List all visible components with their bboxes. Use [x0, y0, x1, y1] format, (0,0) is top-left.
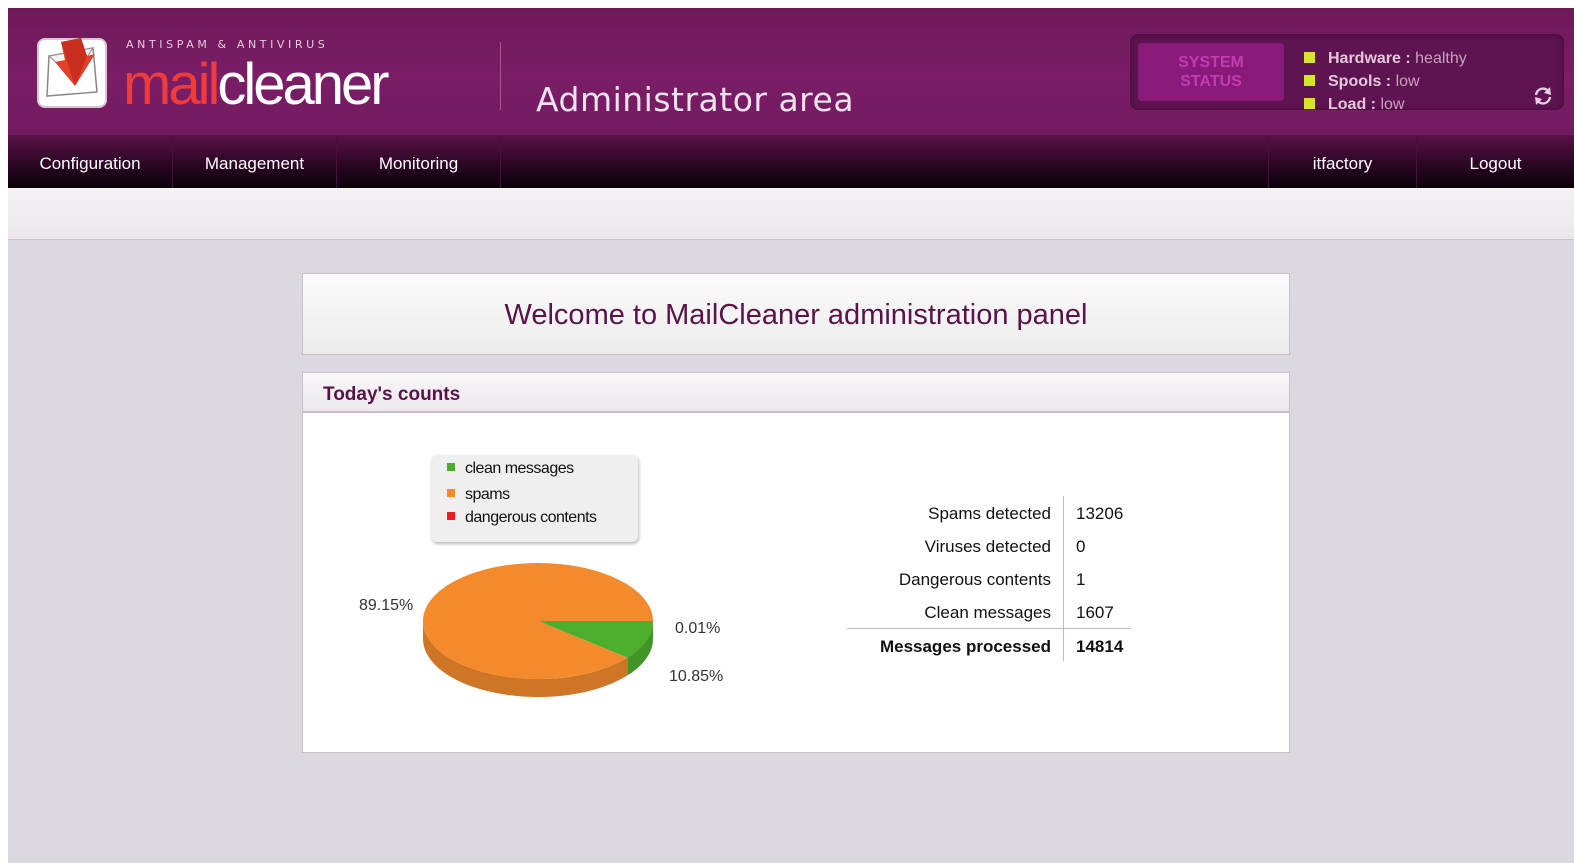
stat-label-total: Messages processed: [843, 631, 1051, 664]
legend-swatch: [447, 489, 455, 497]
status-spools: Spools : low: [1304, 73, 1420, 93]
logo-wordmark: mailcleaner: [123, 50, 390, 120]
status-value: low: [1380, 96, 1405, 113]
status-key: Load :: [1328, 96, 1376, 113]
todays-counts-header: Today's counts: [303, 373, 1289, 413]
system-status-label: SYSTEM STATUS: [1138, 43, 1284, 101]
pie-label-dangerous: 0.01%: [675, 620, 721, 637]
chart-legend: clean messages spams dangerous contents: [431, 455, 638, 542]
app-frame: ANTISPAM & ANTIVIRUS mailcleaner Adminis…: [8, 8, 1574, 863]
status-value: healthy: [1415, 50, 1467, 67]
mailcleaner-logo-icon: [37, 38, 107, 108]
pie-label-clean: 10.85%: [669, 668, 724, 685]
stat-label: Viruses detected: [924, 537, 1051, 556]
stat-value: 0: [1076, 537, 1086, 556]
legend-label: spams: [465, 486, 510, 503]
stat-label-dangerous: Dangerous contents: [843, 564, 1051, 597]
status-led-icon: [1304, 52, 1315, 63]
legend-item-dangerous: dangerous contents: [447, 509, 597, 527]
stat-label: Dangerous contents: [898, 570, 1051, 589]
stat-value: 14814: [1076, 637, 1124, 656]
status-load: Load : low: [1304, 96, 1404, 116]
stat-label: Clean messages: [924, 603, 1051, 622]
legend-item-spams: spams: [447, 486, 510, 504]
stat-value: 1607: [1076, 603, 1114, 622]
welcome-text: Welcome to MailCleaner administration pa…: [504, 299, 1088, 331]
welcome-panel: Welcome to MailCleaner administration pa…: [302, 273, 1290, 355]
system-status-panel: SYSTEM STATUS Hardware : healthy Spools …: [1130, 34, 1564, 113]
header-divider: [500, 42, 501, 110]
main-nav: Configuration Management Monitoring itfa…: [8, 135, 1574, 188]
stat-label: Messages processed: [879, 637, 1051, 656]
sub-toolbar: [8, 188, 1574, 240]
header: ANTISPAM & ANTIVIRUS mailcleaner Adminis…: [8, 8, 1574, 135]
status-led-icon: [1304, 98, 1315, 109]
status-led-icon: [1304, 75, 1315, 86]
refresh-icon[interactable]: [1532, 85, 1554, 107]
legend-swatch: [447, 512, 455, 520]
todays-counts-title: Today's counts: [323, 384, 461, 405]
legend-label: dangerous contents: [465, 509, 597, 526]
status-key: Spools :: [1328, 73, 1392, 90]
pie-chart: [423, 563, 653, 697]
todays-counts-panel: Today's counts clean messages spams dang…: [302, 372, 1290, 753]
stat-label: Spams detected: [928, 504, 1051, 523]
page-title: Administrator area: [536, 80, 855, 119]
system-status-label-line2: STATUS: [1180, 73, 1242, 90]
pie-label-spams: 89.15%: [359, 597, 414, 614]
stat-value: 1: [1076, 570, 1086, 589]
stat-label-viruses: Viruses detected: [843, 531, 1051, 564]
status-value: low: [1395, 73, 1420, 90]
logo-mail: mail: [123, 52, 220, 117]
legend-swatch: [447, 463, 455, 471]
legend-label: clean messages: [465, 460, 574, 477]
nav-configuration[interactable]: Configuration: [8, 135, 172, 188]
legend-item-clean: clean messages: [447, 460, 574, 478]
nav-monitoring[interactable]: Monitoring: [337, 135, 500, 188]
stat-value: 13206: [1076, 504, 1124, 523]
logo-cleaner: cleaner: [217, 52, 389, 117]
nav-management[interactable]: Management: [173, 135, 336, 188]
nav-user[interactable]: itfactory: [1269, 135, 1416, 188]
logout-button[interactable]: Logout: [1417, 135, 1574, 188]
stat-label-spams: Spams detected: [843, 498, 1051, 531]
stat-label-clean: Clean messages: [843, 597, 1051, 630]
status-hardware: Hardware : healthy: [1304, 50, 1467, 70]
stats-divider-vertical: [1063, 496, 1064, 661]
status-key: Hardware :: [1328, 50, 1411, 67]
system-status-label-line1: SYSTEM: [1178, 54, 1244, 71]
nav-divider: [500, 135, 501, 188]
